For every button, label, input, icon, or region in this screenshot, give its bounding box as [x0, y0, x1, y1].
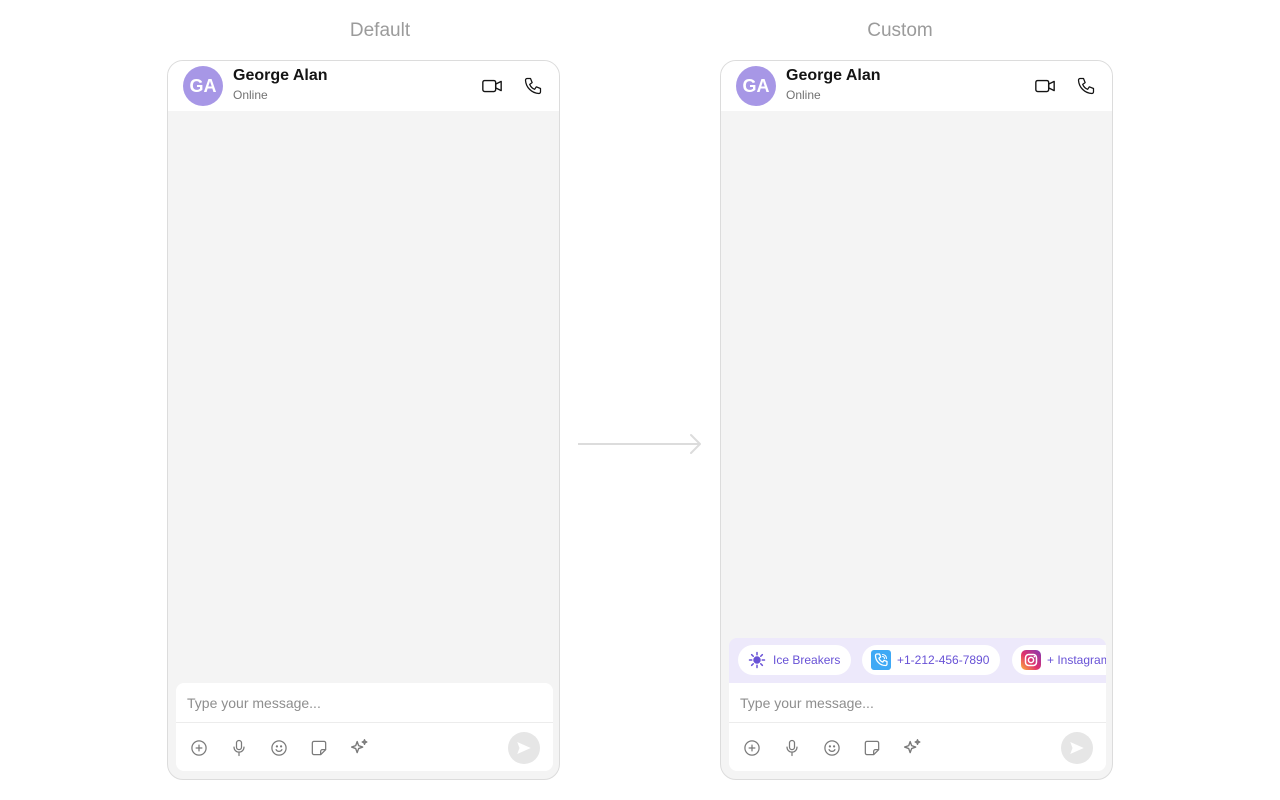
user-name: George Alan: [233, 67, 328, 84]
send-icon: [517, 742, 531, 754]
sticker-icon[interactable]: [308, 737, 330, 759]
message-composer: [176, 683, 553, 771]
message-composer: [729, 683, 1106, 771]
add-circle-icon[interactable]: [188, 737, 210, 759]
avatar[interactable]: GA: [183, 66, 223, 106]
message-input[interactable]: [729, 683, 1106, 723]
video-call-icon[interactable]: [481, 75, 503, 97]
message-input[interactable]: [176, 683, 553, 723]
emoji-icon[interactable]: [268, 737, 290, 759]
default-chat-window: GA George Alan Online: [167, 60, 560, 780]
chip-label: +1-212-456-7890: [897, 653, 990, 667]
phone-call-icon[interactable]: [522, 75, 544, 97]
chip-phone-number[interactable]: +1-212-456-7890: [862, 645, 1001, 675]
instagram-icon: [1021, 650, 1041, 670]
chip-label: Ice Breakers: [773, 653, 841, 667]
add-circle-icon[interactable]: [741, 737, 763, 759]
viber-phone-icon: [871, 650, 891, 670]
chip-label: + Instagram: [1047, 653, 1106, 667]
emoji-icon[interactable]: [821, 737, 843, 759]
send-icon: [1070, 742, 1084, 754]
send-button[interactable]: [508, 732, 540, 764]
custom-action-chips: Ice Breakers +1-212-456-7890 + Instagram: [729, 638, 1106, 683]
arrow-right-icon: [578, 434, 701, 454]
sticker-icon[interactable]: [861, 737, 883, 759]
send-button[interactable]: [1061, 732, 1093, 764]
custom-label: Custom: [867, 20, 933, 41]
chip-ice-breakers[interactable]: Ice Breakers: [738, 645, 852, 675]
user-status: Online: [786, 88, 821, 102]
microphone-icon[interactable]: [781, 737, 803, 759]
ai-sparkle-icon[interactable]: [901, 737, 923, 759]
comparison-stage: Default Custom GA George Alan Online Typ…: [0, 0, 1280, 800]
chat-header: GA George Alan Online: [721, 61, 1112, 111]
default-label: Default: [349, 20, 411, 41]
chip-instagram[interactable]: + Instagram: [1012, 645, 1106, 675]
custom-chat-window: GA George Alan Online Ice Breakers +1-21…: [720, 60, 1113, 780]
user-status: Online: [233, 88, 268, 102]
avatar[interactable]: GA: [736, 66, 776, 106]
microphone-icon[interactable]: [228, 737, 250, 759]
user-name: George Alan: [786, 67, 881, 84]
sun-icon: [747, 650, 767, 670]
ai-sparkle-icon[interactable]: [348, 737, 370, 759]
video-call-icon[interactable]: [1034, 75, 1056, 97]
phone-call-icon[interactable]: [1075, 75, 1097, 97]
chat-header: GA George Alan Online: [168, 61, 559, 111]
